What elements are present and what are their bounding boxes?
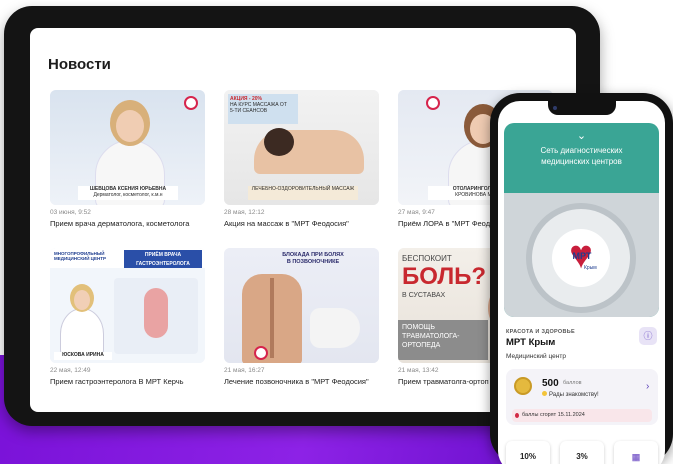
brand-subtitle: Медицинский центр	[506, 353, 566, 360]
discount-tile[interactable]: 10%	[506, 441, 550, 464]
flame-icon	[515, 413, 519, 418]
news-title[interactable]: Акция на массаж в "МРТ Феодосия"	[224, 219, 384, 228]
hero-banner: ⌄ Сеть диагностических медицинских центр…	[504, 123, 659, 317]
news-date: 21 мая, 16:27	[224, 367, 265, 374]
points-unit: баллов	[563, 380, 582, 386]
doctor-role: Дерматолог, косметолог, к.м.н	[93, 192, 163, 198]
promo-caption: ЛЕЧЕБНО-ОЗДОРОВИТЕЛЬНЫЙ МАССАЖ	[248, 186, 358, 200]
news-heading: Новости	[48, 56, 111, 73]
chevron-right-icon[interactable]: ›	[646, 381, 649, 392]
news-thumbnail[interactable]: МНОГОПРОФИЛЬНЫЙ МЕДИЦИНСКИЙ ЦЕНТР ПРИЁМ …	[50, 248, 205, 363]
news-thumbnail[interactable]: АКЦИЯ - 20% НА КУРС МАССАЖА ОТ 5-ТИ СЕАН…	[224, 90, 379, 205]
promo-line: БЕСПОКОИТ	[402, 254, 452, 263]
info-icon[interactable]: ⓘ	[639, 327, 657, 345]
greeting-label: Рады знакомству!	[549, 392, 599, 398]
smile-icon	[542, 391, 547, 396]
news-card[interactable]: ШЕВЦОВА КСЕНИЯ ЮРЬЕВНА Дерматолог, косме…	[50, 90, 210, 228]
promo-line: ТРАВМАТОЛОГА-	[402, 333, 460, 340]
points-card[interactable]: 500 баллов Рады знакомству! › баллы сгор…	[506, 369, 658, 425]
promo-header: ПРИЁМ ВРАЧА ГАСТРОЭНТЕРОЛОГА	[124, 250, 202, 268]
chevron-down-icon[interactable]: ⌄	[504, 129, 659, 142]
phone-notch	[548, 101, 616, 115]
news-date: 28 мая, 12:12	[224, 209, 265, 216]
news-date: 22 мая, 12:49	[50, 367, 91, 374]
promo-line: 5-ТИ СЕАНСОВ	[230, 108, 268, 114]
expire-banner: баллы сгорят 15.11.2024	[512, 409, 652, 422]
category-label: КРАСОТА И ЗДОРОВЬЕ	[506, 329, 575, 335]
logo-text: МРТ	[572, 251, 592, 261]
phone-screen: ⌄ Сеть диагностических медицинских центр…	[498, 101, 665, 464]
promo-line: ПОМОЩЬ	[402, 324, 435, 331]
discount-tile[interactable]: 3%	[560, 441, 604, 464]
mrt-logo-icon	[426, 96, 440, 110]
hero-line: Сеть диагностических	[540, 146, 623, 155]
news-card[interactable]: АКЦИЯ - 20% НА КУРС МАССАЖА ОТ 5-ТИ СЕАН…	[224, 90, 384, 228]
promo-line: В ПОЗВОНОЧНИКЕ	[286, 259, 340, 265]
news-title[interactable]: Лечение позвоночника в "МРТ Феодосия"	[224, 377, 384, 386]
expire-text: баллы сгорят 15.11.2024	[522, 412, 585, 418]
mrt-logo-icon	[184, 96, 198, 110]
logo-subtext: Крым	[584, 265, 597, 271]
promo-box: АКЦИЯ - 20% НА КУРС МАССАЖА ОТ 5-ТИ СЕАН…	[228, 94, 298, 124]
medal-icon	[514, 377, 532, 395]
mri-image: ♥ МРТ Крым	[504, 193, 659, 317]
news-thumbnail[interactable]: ШЕВЦОВА КСЕНИЯ ЮРЬЕВНА Дерматолог, косме…	[50, 90, 205, 205]
promo-scene: Новости ШЕВЦОВА КСЕНИЯ ЮРЬЕВНА Дерматоло…	[0, 0, 673, 464]
news-title[interactable]: Прием гастроэнтеролога В МРТ Керчь	[50, 377, 210, 386]
hero-line: медицинских центров	[541, 157, 622, 166]
points-value: 500	[542, 378, 559, 389]
brand-name: МРТ Крым	[506, 337, 556, 348]
promo-line: БОЛЬ?	[402, 263, 487, 290]
news-thumbnail[interactable]: БЛОКАДА ПРИ БОЛЯХ В ПОЗВОНОЧНИКЕ	[224, 248, 379, 363]
phone-device: ⌄ Сеть диагностических медицинских центр…	[490, 93, 673, 464]
mrt-logo-icon	[254, 346, 268, 360]
news-card[interactable]: БЛОКАДА ПРИ БОЛЯХ В ПОЗВОНОЧНИКЕ 21 мая,…	[224, 248, 384, 386]
qr-icon[interactable]: ▦	[614, 441, 658, 464]
doctor-name: ЮСКОВА ИРИНА	[54, 352, 112, 360]
center-name: МНОГОПРОФИЛЬНЫЙ МЕДИЦИНСКИЙ ЦЕНТР	[54, 251, 106, 261]
news-title[interactable]: Прием врача дерматолога, косметолога	[50, 219, 210, 228]
camera-icon	[553, 106, 557, 110]
greeting-text: Рады знакомству!	[542, 391, 599, 398]
promo-line: БЛОКАДА ПРИ БОЛЯХ	[282, 252, 344, 258]
news-date: 03 июня, 9:52	[50, 209, 91, 216]
promo-line: ОРТОПЕДА	[402, 342, 441, 349]
promo-line: В СУСТАВАХ	[402, 292, 446, 299]
news-card[interactable]: МНОГОПРОФИЛЬНЫЙ МЕДИЦИНСКИЙ ЦЕНТР ПРИЁМ …	[50, 248, 210, 386]
